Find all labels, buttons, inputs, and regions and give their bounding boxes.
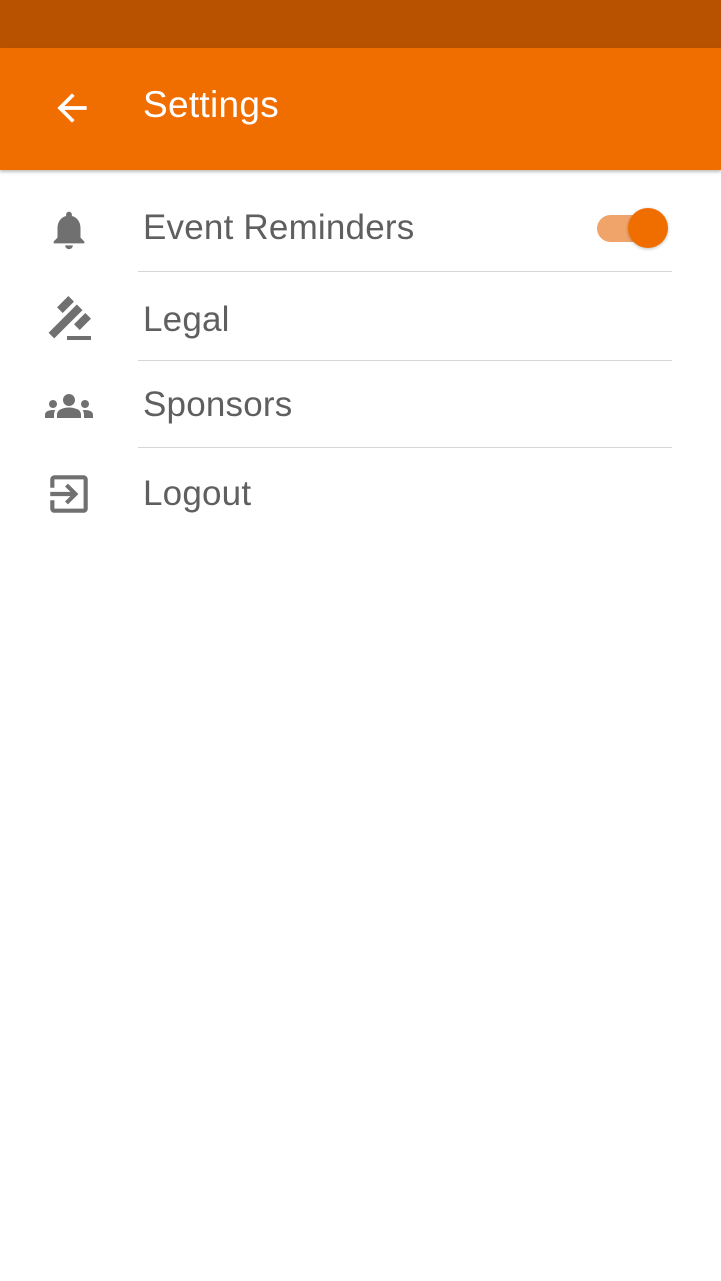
- toggle-thumb: [628, 208, 668, 248]
- gavel-icon: [44, 293, 94, 343]
- settings-item-label: Legal: [143, 300, 230, 339]
- settings-list: Event Reminders Legal Sponsors Logout: [0, 172, 721, 548]
- page-title: Settings: [143, 84, 280, 125]
- settings-item-label: Sponsors: [143, 385, 293, 424]
- status-bar: [0, 0, 721, 48]
- settings-item-label: Event Reminders: [143, 208, 415, 247]
- settings-item-legal[interactable]: Legal: [0, 272, 721, 361]
- settings-item-event-reminders[interactable]: Event Reminders: [0, 172, 721, 272]
- settings-item-sponsors[interactable]: Sponsors: [0, 361, 721, 448]
- event-reminders-toggle[interactable]: [597, 208, 671, 248]
- settings-item-logout[interactable]: Logout: [0, 448, 721, 548]
- people-icon: [44, 381, 94, 431]
- exit-icon: [44, 469, 94, 519]
- bell-icon: [44, 205, 94, 255]
- back-button[interactable]: [36, 72, 108, 144]
- settings-item-label: Logout: [143, 474, 252, 513]
- arrow-left-icon: [57, 93, 87, 123]
- app-bar: Settings: [0, 48, 721, 170]
